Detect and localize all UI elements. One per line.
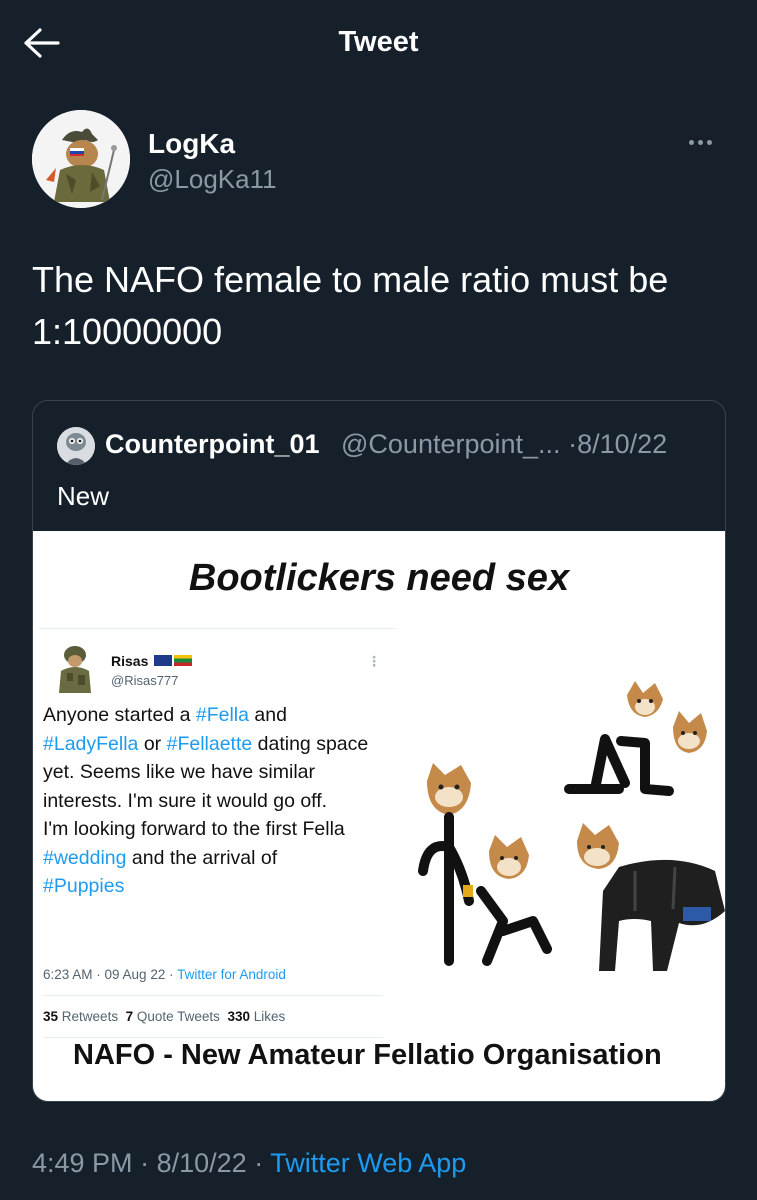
lithuania-flag-icon: [174, 655, 192, 666]
dog-head-icon: [489, 835, 529, 879]
hashtag: #Puppies: [43, 875, 125, 897]
quoted-tweet-header: Counterpoint_01 @Counterpoint_... ·8/10/…: [57, 427, 705, 467]
meme-illustration: [418, 681, 725, 971]
quoted-tweet-text: New: [57, 481, 110, 511]
quoted-author-name: Counterpoint_01: [105, 429, 320, 459]
flag-icons: [154, 653, 194, 671]
ellipsis-icon: [689, 140, 694, 145]
tweet-timestamp: 4:49 PM · 8/10/22 · Twitter Web App: [32, 1148, 467, 1178]
dog-head-icon: [673, 711, 707, 753]
quoted-date: 8/10/22: [577, 429, 668, 459]
quoted-media-image[interactable]: Bootlickers need sex Risas @Risas777 ⋮ A…: [33, 531, 725, 1101]
meme-caption: NAFO - New Amateur Fellatio Organisation: [73, 1039, 662, 1071]
quoted-meta: @Counterpoint_... ·8/10/22: [341, 429, 667, 460]
avatar-image: [32, 110, 130, 208]
dog-head-icon: [627, 681, 663, 717]
meme-title: Bootlickers need sex: [188, 557, 570, 599]
tweet-time: 4:49 PM: [32, 1148, 133, 1178]
quoted-avatar-image: [57, 427, 95, 465]
avatar[interactable]: [32, 110, 130, 208]
author-name[interactable]: LogKa: [148, 128, 235, 160]
top-bar: Tweet: [0, 0, 757, 88]
embedded-tweet-text: Anyone started a #Fella and #LadyFella or…: [43, 704, 369, 897]
hashtag: #Fella: [195, 704, 249, 726]
tweet-text: The NAFO female to male ratio must be 1:…: [32, 259, 669, 352]
hashtag: #LadyFella: [43, 732, 139, 755]
embedded-author-name: Risas: [111, 653, 149, 669]
tweet-source-link[interactable]: Twitter Web App: [270, 1148, 466, 1178]
quoted-avatar: [57, 427, 95, 465]
quoted-separator: ·: [568, 429, 578, 459]
page-title: Tweet: [338, 26, 419, 58]
embedded-tweet-stats: 35 Retweets 7 Quote Tweets 330 Likes: [43, 1009, 286, 1024]
tweet-author: LogKa @LogKa11: [32, 110, 725, 210]
dog-head-icon: [427, 763, 471, 815]
australia-flag-icon: [154, 655, 172, 666]
quoted-author-handle: @Counterpoint_...: [341, 429, 561, 459]
embedded-more-icon: ⋮: [367, 653, 381, 669]
embedded-tweet-meta: 6:23 AM · 09 Aug 22 · Twitter for Androi…: [43, 967, 286, 982]
divider: [43, 1037, 383, 1038]
quoted-tweet[interactable]: Counterpoint_01 @Counterpoint_... ·8/10/…: [32, 400, 726, 1102]
dog-head-icon: [577, 823, 619, 869]
soldier-icon: [59, 646, 91, 693]
hashtag: #Fellaette: [166, 732, 253, 755]
embedded-avatar: [53, 643, 97, 695]
embedded-author-handle: @Risas777: [111, 673, 179, 688]
author-handle[interactable]: @LogKa11: [148, 164, 277, 195]
divider: [43, 995, 383, 996]
meme-embedded-tweet: Risas @Risas777 ⋮ Anyone started a #Fell…: [39, 628, 395, 1038]
more-button[interactable]: [689, 132, 721, 152]
tweet-date: 8/10/22: [156, 1148, 247, 1178]
hashtag: #wedding: [43, 846, 127, 869]
